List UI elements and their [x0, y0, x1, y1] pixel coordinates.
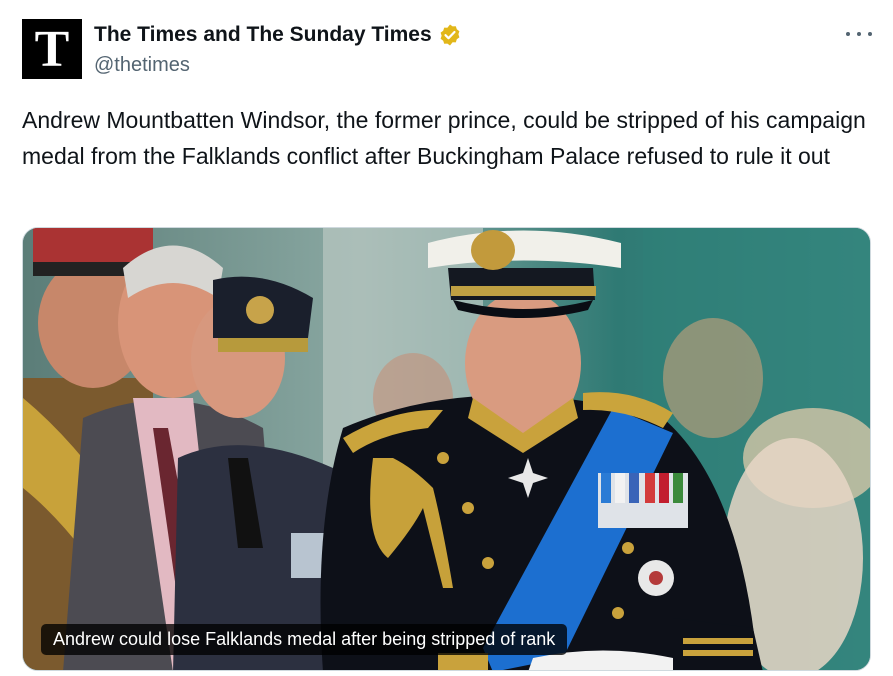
more-dot [846, 32, 850, 36]
verified-badge-icon [440, 24, 460, 46]
post-text: Andrew Mountbatten Windsor, the former p… [22, 107, 866, 169]
more-dot [868, 32, 872, 36]
account-handle[interactable]: @thetimes [94, 54, 190, 77]
display-name[interactable]: The Times and The Sunday Times [94, 23, 432, 47]
more-options-icon[interactable] [846, 22, 872, 46]
more-dot [857, 32, 861, 36]
avatar[interactable]: T [22, 19, 82, 79]
photo-caption: Andrew could lose Falklands medal after … [41, 624, 568, 655]
avatar-letter: T [34, 21, 70, 78]
account-name-row: The Times and The Sunday Times [94, 22, 462, 48]
post-photo[interactable]: Andrew could lose Falklands medal after … [22, 227, 871, 671]
photo-illustration [23, 228, 870, 670]
